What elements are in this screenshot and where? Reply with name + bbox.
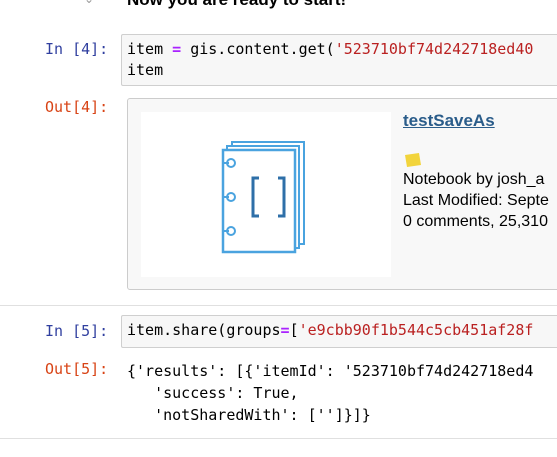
markdown-heading: Now you are ready to start! — [127, 0, 346, 10]
code-token: item — [127, 40, 173, 58]
output-line: 'notSharedWith': ['']}]} — [127, 406, 371, 424]
output-line: 'success': True, — [127, 384, 299, 402]
item-modified-line: Last Modified: Septe — [403, 192, 549, 209]
code-string: '523710bf74d242718ed40 — [334, 40, 534, 58]
notebook-type-icon — [404, 153, 422, 167]
cell-separator — [0, 305, 557, 306]
item-thumbnail[interactable] — [141, 112, 391, 277]
item-owner-line: Notebook by josh_a — [403, 171, 545, 188]
item-stats-line: 0 comments, 25,310 — [403, 213, 548, 230]
code-token: item — [127, 61, 164, 79]
code-token: item.share(groups — [127, 321, 281, 339]
notebook-thumbnail-icon — [221, 141, 305, 254]
code-token: [ — [289, 321, 299, 339]
collapse-chevron-icon[interactable]: ⌄ — [84, 0, 96, 6]
code-operator: = — [172, 40, 182, 58]
cell4-input-prompt: In [4]: — [45, 40, 109, 58]
code-string: 'e9cbb90f1b544c5cb451af28f — [298, 321, 534, 339]
cell-separator — [0, 438, 557, 439]
code-token: gis.content.get( — [181, 40, 335, 58]
output-line: {'results': [{'itemId': '523710bf74d2427… — [127, 362, 534, 380]
cell5-output: {'results': [{'itemId': '523710bf74d2427… — [127, 360, 533, 426]
cell4-output-prompt: Out[4]: — [45, 98, 109, 116]
code-operator: = — [280, 321, 290, 339]
cell5-input-prompt: In [5]: — [45, 322, 109, 340]
cell4-code-editor[interactable]: item = gis.content.get('523710bf74d24271… — [121, 34, 557, 86]
cell5-code-editor[interactable]: item.share(groups=['e9cbb90f1b544c5cb451… — [121, 315, 557, 348]
item-title-link[interactable]: testSaveAs — [403, 111, 495, 131]
item-card: testSaveAs Notebook by josh_a Last Modif… — [127, 98, 557, 290]
cell5-output-prompt: Out[5]: — [45, 360, 109, 378]
